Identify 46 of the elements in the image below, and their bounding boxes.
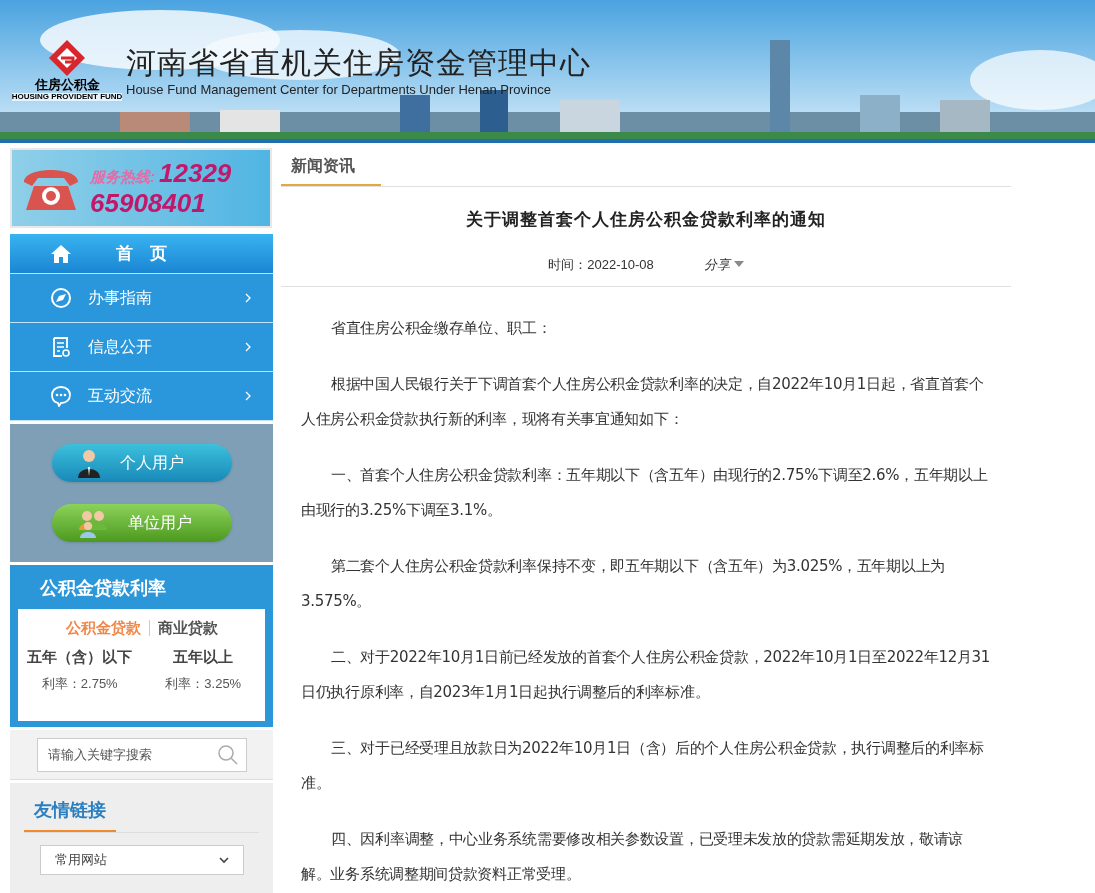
hotline-number: 65908401 bbox=[90, 188, 207, 219]
links-title: 友情链接 bbox=[24, 797, 116, 832]
article-title: 关于调整首套个人住房公积金贷款利率的通知 bbox=[465, 208, 827, 231]
rate-value: 利率：3.25% bbox=[165, 675, 242, 693]
rate-tab[interactable]: 商业贷款 bbox=[157, 617, 218, 640]
article-paragraph: 二、对于2022年10月1日前已经发放的首套个人住房公积金贷款，2022年10月1日至2022年12月31日仍执行原利率，自2023年1月1日起执行调整后的利率标准。 bbox=[301, 647, 991, 703]
user-login-button[interactable]: 单位用户 bbox=[51, 504, 232, 542]
chevron-right-icon bbox=[245, 342, 251, 352]
article-paragraph: 第二套个人住房公积金贷款利率保持不变，即五年期以下（含五年）为3.025%，五年期以上为3.575%。 bbox=[301, 556, 946, 612]
logo-subtext: HOUSING PROVIDENT FUND bbox=[11, 93, 123, 101]
article-paragraph: 根据中国人民银行关于下调首套个人住房公积金贷款利率的决定，自2022年10月1日起，省直首套个人住房公积金贷款执行新的利率，现将有关事宜通知如下： bbox=[301, 374, 985, 430]
rate-tab[interactable]: 公积金贷款 bbox=[65, 617, 141, 640]
nav-item[interactable]: 信息公开 bbox=[10, 323, 273, 372]
chat-bubble-icon bbox=[50, 385, 72, 407]
rate-term: 五年以上 bbox=[173, 646, 234, 667]
logo-text: 住房公积金 bbox=[34, 78, 100, 91]
compass-icon bbox=[50, 287, 72, 309]
chevron-down-icon bbox=[219, 856, 229, 864]
home-icon bbox=[50, 242, 72, 265]
nav-item[interactable]: 首 页 bbox=[10, 234, 273, 274]
person-icon bbox=[75, 448, 102, 478]
hotline-label: 服务热线: bbox=[90, 166, 155, 187]
website-select[interactable]: 常用网站 bbox=[40, 845, 244, 875]
article-paragraph: 省直住房公积金缴存单位、职工： bbox=[330, 318, 553, 339]
publish-date: 时间：2022-10-08 bbox=[548, 255, 654, 274]
caret-icon bbox=[733, 261, 744, 268]
article-paragraph: 三、对于已经受理且放款日为2022年10月1日（含）后的个人住房公积金贷款，执行调整后的利率标准。 bbox=[301, 738, 985, 794]
chevron-right-icon bbox=[245, 293, 251, 303]
site-title: 河南省省直机关住房资金管理中心 bbox=[126, 46, 591, 80]
chevron-right-icon bbox=[245, 391, 251, 401]
rate-term: 五年（含）以下 bbox=[27, 646, 133, 667]
document-icon bbox=[50, 336, 72, 358]
hotline-number: 12329 bbox=[159, 157, 232, 188]
share-button[interactable]: 分享 bbox=[703, 254, 744, 274]
nav-item[interactable]: 办事指南 bbox=[10, 274, 273, 323]
rate-value: 利率：2.75% bbox=[41, 675, 118, 693]
rates-title: 公积金贷款利率 bbox=[39, 577, 167, 600]
search-field[interactable]: 请输入关键字搜索 bbox=[36, 737, 247, 772]
logo-icon bbox=[47, 38, 87, 78]
site-subtitle: House Fund Management Center for Departments Under Henan Province bbox=[126, 81, 552, 99]
search-icon[interactable] bbox=[216, 743, 239, 766]
article-paragraph: 一、首套个人住房公积金贷款利率：五年期以下（含五年）由现行的2.75%下调至2.6%，五年期以上由现行的3.25%下调至3.1%。 bbox=[301, 465, 989, 521]
user-login-button[interactable]: 个人用户 bbox=[51, 444, 232, 482]
article-paragraph: 四、因利率调整，中心业务系统需要修改相关参数设置，已受理未发放的贷款需延期发放，敬请谅解。业务系统调整期间贷款资料正常受理。 bbox=[301, 829, 965, 885]
section-tab[interactable]: 新闻资讯 bbox=[281, 148, 381, 186]
nav-item[interactable]: 互动交流 bbox=[10, 372, 273, 421]
